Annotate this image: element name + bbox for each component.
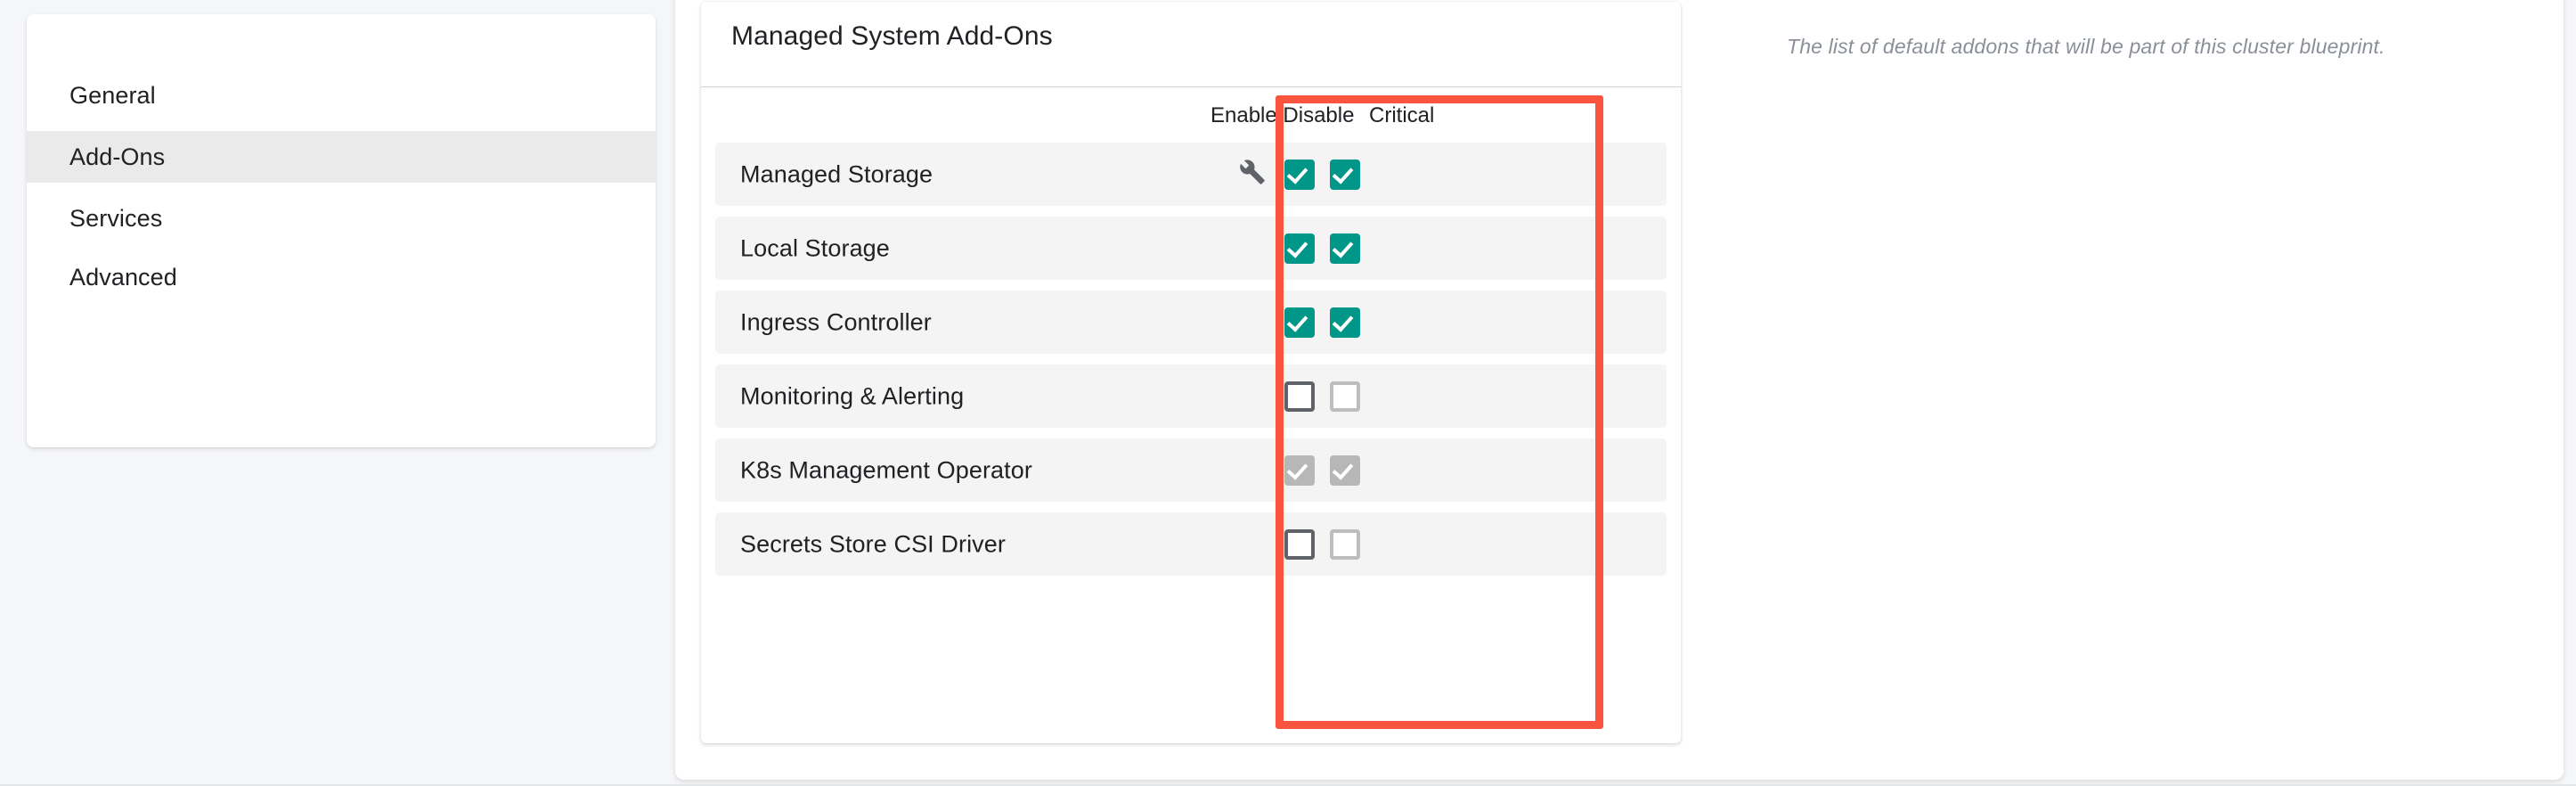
table-row: Managed Storage [715,143,1667,206]
enable-disable-checkbox[interactable] [1284,233,1315,264]
enable-disable-cell [1284,528,1315,560]
enable-disable-cell [1284,159,1315,190]
critical-cell [1330,454,1360,486]
app-screen: General Add-Ons Services Advanced Managed S… [0,0,2576,786]
critical-checkbox[interactable] [1330,233,1360,264]
checkmark-icon [1286,457,1308,480]
table-row: Monitoring & Alerting [715,364,1667,428]
table-row: Secrets Store CSI Driver [715,512,1667,576]
addon-name: Local Storage [740,234,890,261]
addon-name: Monitoring & Alerting [740,382,965,409]
enable-disable-cell [1284,454,1315,486]
enable-disable-checkbox[interactable] [1284,381,1315,412]
critical-checkbox [1330,381,1360,412]
addons-description-note: The list of default addons that will be … [1787,35,2385,58]
checkmark-icon [1286,309,1308,332]
checkmark-icon [1332,309,1354,332]
checkmark-icon [1286,161,1308,184]
main-content-panel: Managed System Add-Ons Enable/Disable Cr… [675,0,2564,780]
sidebar-item-advanced[interactable]: Advanced [27,254,656,300]
sidebar-item-label: Advanced [69,263,177,291]
addon-name: Managed Storage [740,160,933,187]
table-row: Local Storage [715,217,1667,280]
addons-table-header: Enable/Disable Critical [701,87,1681,143]
enable-disable-checkbox[interactable] [1284,159,1315,190]
critical-cell [1330,307,1360,338]
critical-checkbox[interactable] [1330,159,1360,190]
critical-cell [1330,381,1360,412]
sidebar-item-label: General [69,81,156,109]
checkmark-icon [1332,457,1354,480]
checkmark-icon [1286,235,1308,258]
settings-sidebar-card: General Add-Ons Services Advanced [27,14,656,447]
addon-configure-button[interactable] [1237,160,1268,190]
addon-name: Ingress Controller [740,308,932,335]
column-header-enable-disable: Enable/Disable [1211,103,1355,127]
table-row: Ingress Controller [715,291,1667,354]
page-title: Managed System Add-Ons [731,21,1053,51]
sidebar-item-label: Services [69,204,163,232]
addons-table: Enable/Disable Critical Managed Storage L… [701,87,1681,586]
addons-table-body: Managed Storage Local Storage Ingress Cont… [701,143,1681,576]
enable-disable-cell [1284,233,1315,264]
sidebar-item-general[interactable]: General [27,72,656,119]
enable-disable-checkbox[interactable] [1284,307,1315,338]
critical-cell [1330,159,1360,190]
enable-disable-cell [1284,381,1315,412]
sidebar-item-add-ons[interactable]: Add-Ons [27,131,656,183]
managed-addons-card: Managed System Add-Ons Enable/Disable Cr… [701,2,1681,743]
enable-disable-cell [1284,307,1315,338]
critical-cell [1330,528,1360,560]
sidebar-item-label: Add-Ons [69,143,166,170]
sidebar-nav-list: General Add-Ons Services Advanced [27,72,656,300]
enable-disable-checkbox [1284,454,1315,486]
checkmark-icon [1332,161,1354,184]
addon-name: Secrets Store CSI Driver [740,530,1006,557]
checkmark-icon [1332,235,1354,258]
sidebar-item-services[interactable]: Services [27,195,656,242]
enable-disable-checkbox[interactable] [1284,528,1315,560]
critical-checkbox [1330,454,1360,486]
addon-name: K8s Management Operator [740,456,1032,483]
critical-cell [1330,233,1360,264]
critical-checkbox [1330,528,1360,560]
column-header-critical: Critical [1369,103,1435,127]
critical-checkbox[interactable] [1330,307,1360,338]
wrench-icon[interactable] [1239,159,1266,190]
table-row: K8s Management Operator [715,438,1667,502]
